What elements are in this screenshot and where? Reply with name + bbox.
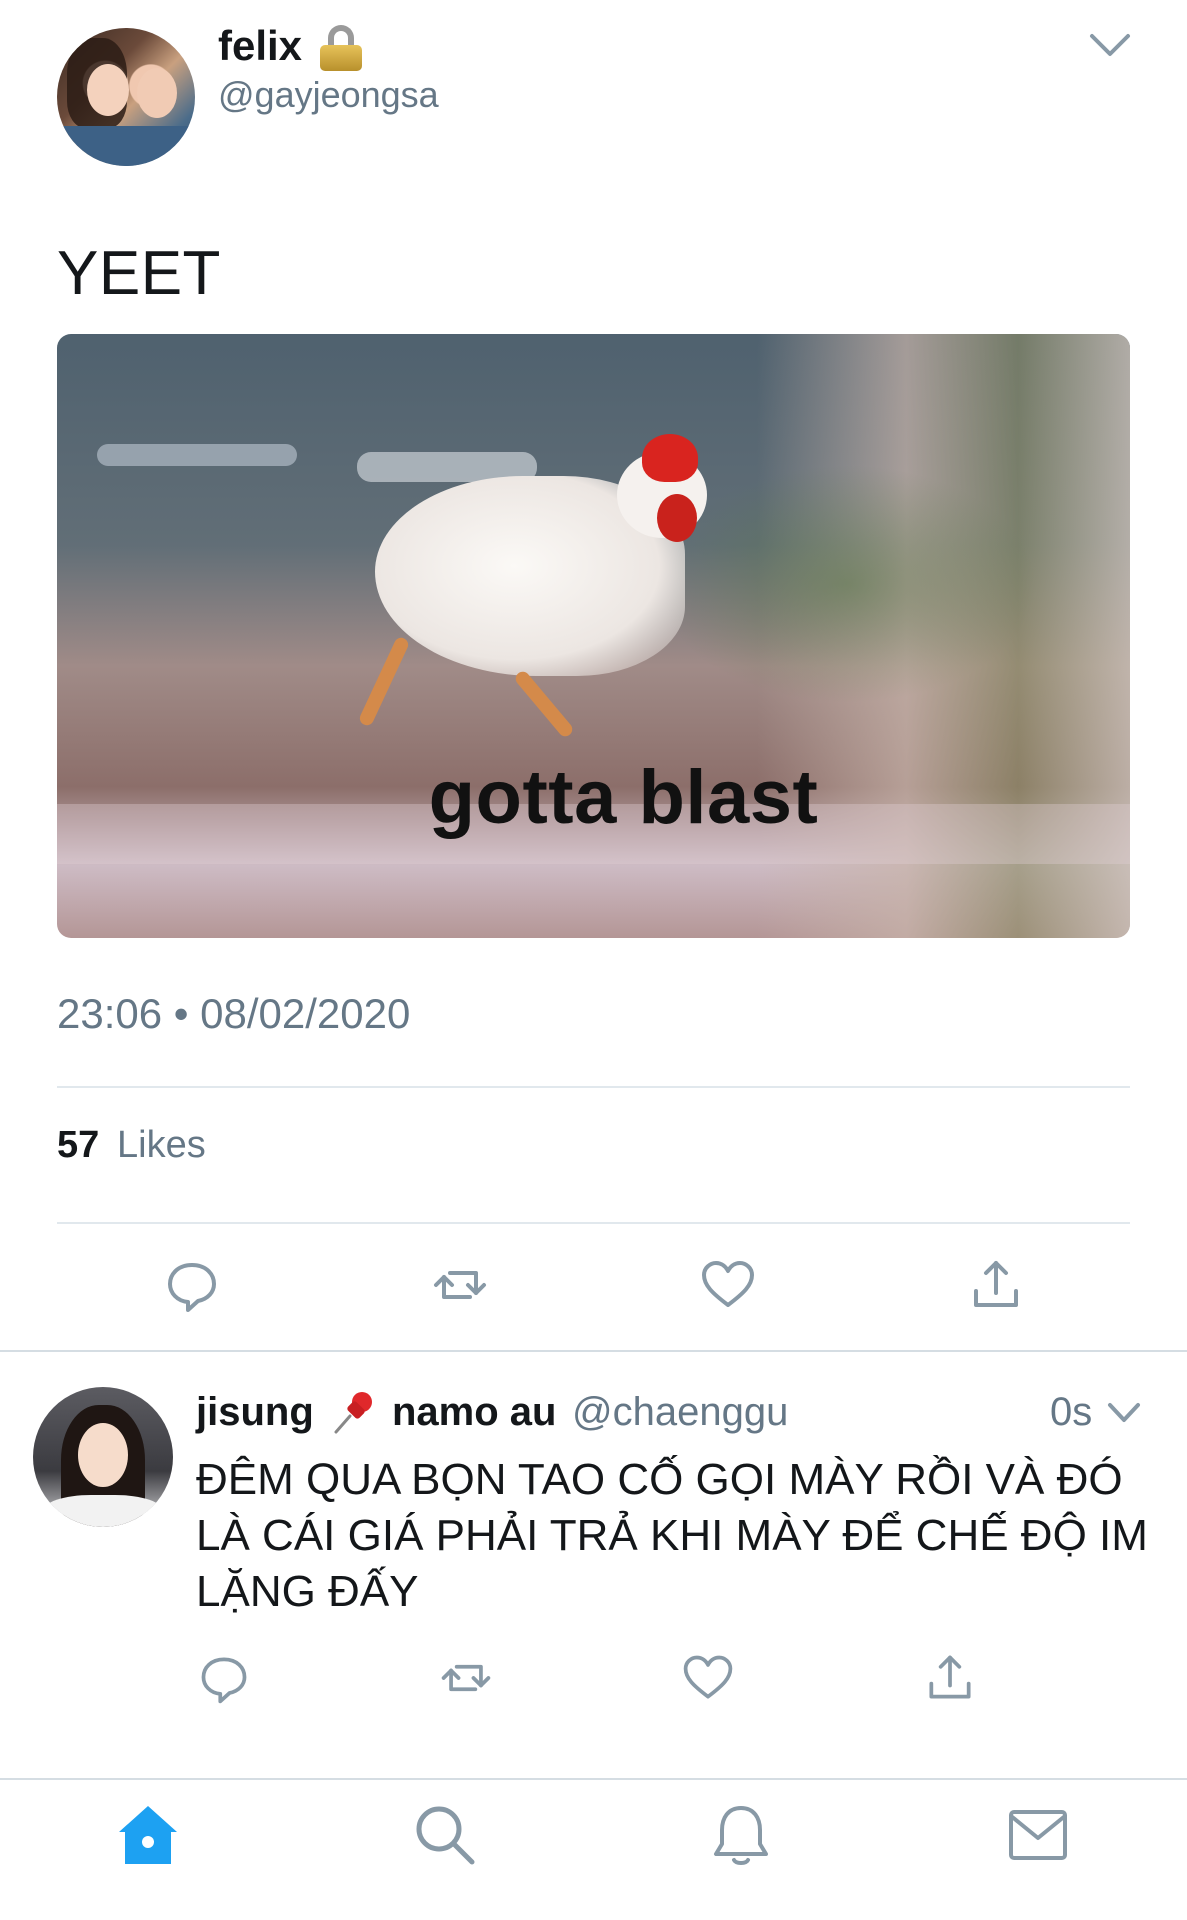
divider — [57, 1222, 1130, 1224]
like-icon[interactable] — [680, 1650, 736, 1706]
share-icon[interactable] — [922, 1650, 978, 1706]
author-name[interactable]: felix — [218, 22, 302, 70]
notifications-icon[interactable] — [706, 1800, 776, 1870]
reply-author-name-suffix[interactable]: namo au — [392, 1390, 556, 1435]
media-caption: gotta blast — [428, 755, 819, 840]
reply-icon[interactable] — [196, 1650, 252, 1706]
retweet-icon[interactable] — [430, 1255, 490, 1315]
home-icon[interactable] — [113, 1800, 183, 1870]
divider — [57, 1086, 1130, 1088]
tab-bar-divider — [0, 1778, 1187, 1780]
reply-author-avatar[interactable] — [33, 1387, 173, 1527]
retweet-icon[interactable] — [438, 1650, 494, 1706]
pushpin-icon — [330, 1388, 378, 1436]
chevron-down-icon[interactable] — [1106, 1400, 1142, 1426]
reply-author-name[interactable]: jisung — [196, 1390, 314, 1435]
section-divider — [0, 1350, 1187, 1352]
like-icon[interactable] — [698, 1255, 758, 1315]
reply-icon[interactable] — [162, 1255, 222, 1315]
author-handle[interactable]: @gayjeongsa — [218, 74, 439, 116]
author-avatar[interactable] — [57, 28, 195, 166]
messages-icon[interactable] — [1003, 1800, 1073, 1870]
likes-count[interactable]: 57 — [57, 1124, 99, 1167]
lock-icon — [320, 25, 362, 71]
tweet-media-image[interactable]: gotta blast — [57, 334, 1130, 938]
reply-text: ĐÊM QUA BỌN TAO CỐ GỌI MÀY RỒI VÀ ĐÓ LÀ … — [196, 1455, 1148, 1616]
share-icon[interactable] — [966, 1255, 1026, 1315]
tweet-timestamp: 23:06 • 08/02/2020 — [57, 990, 411, 1037]
reply-time: 0s — [1050, 1390, 1093, 1434]
likes-label[interactable]: Likes — [117, 1124, 206, 1167]
search-icon[interactable] — [410, 1800, 480, 1870]
chevron-down-icon[interactable] — [1088, 30, 1132, 60]
reply-author-handle[interactable]: @chaenggu — [572, 1390, 788, 1435]
tweet-text: YEET — [57, 239, 221, 308]
